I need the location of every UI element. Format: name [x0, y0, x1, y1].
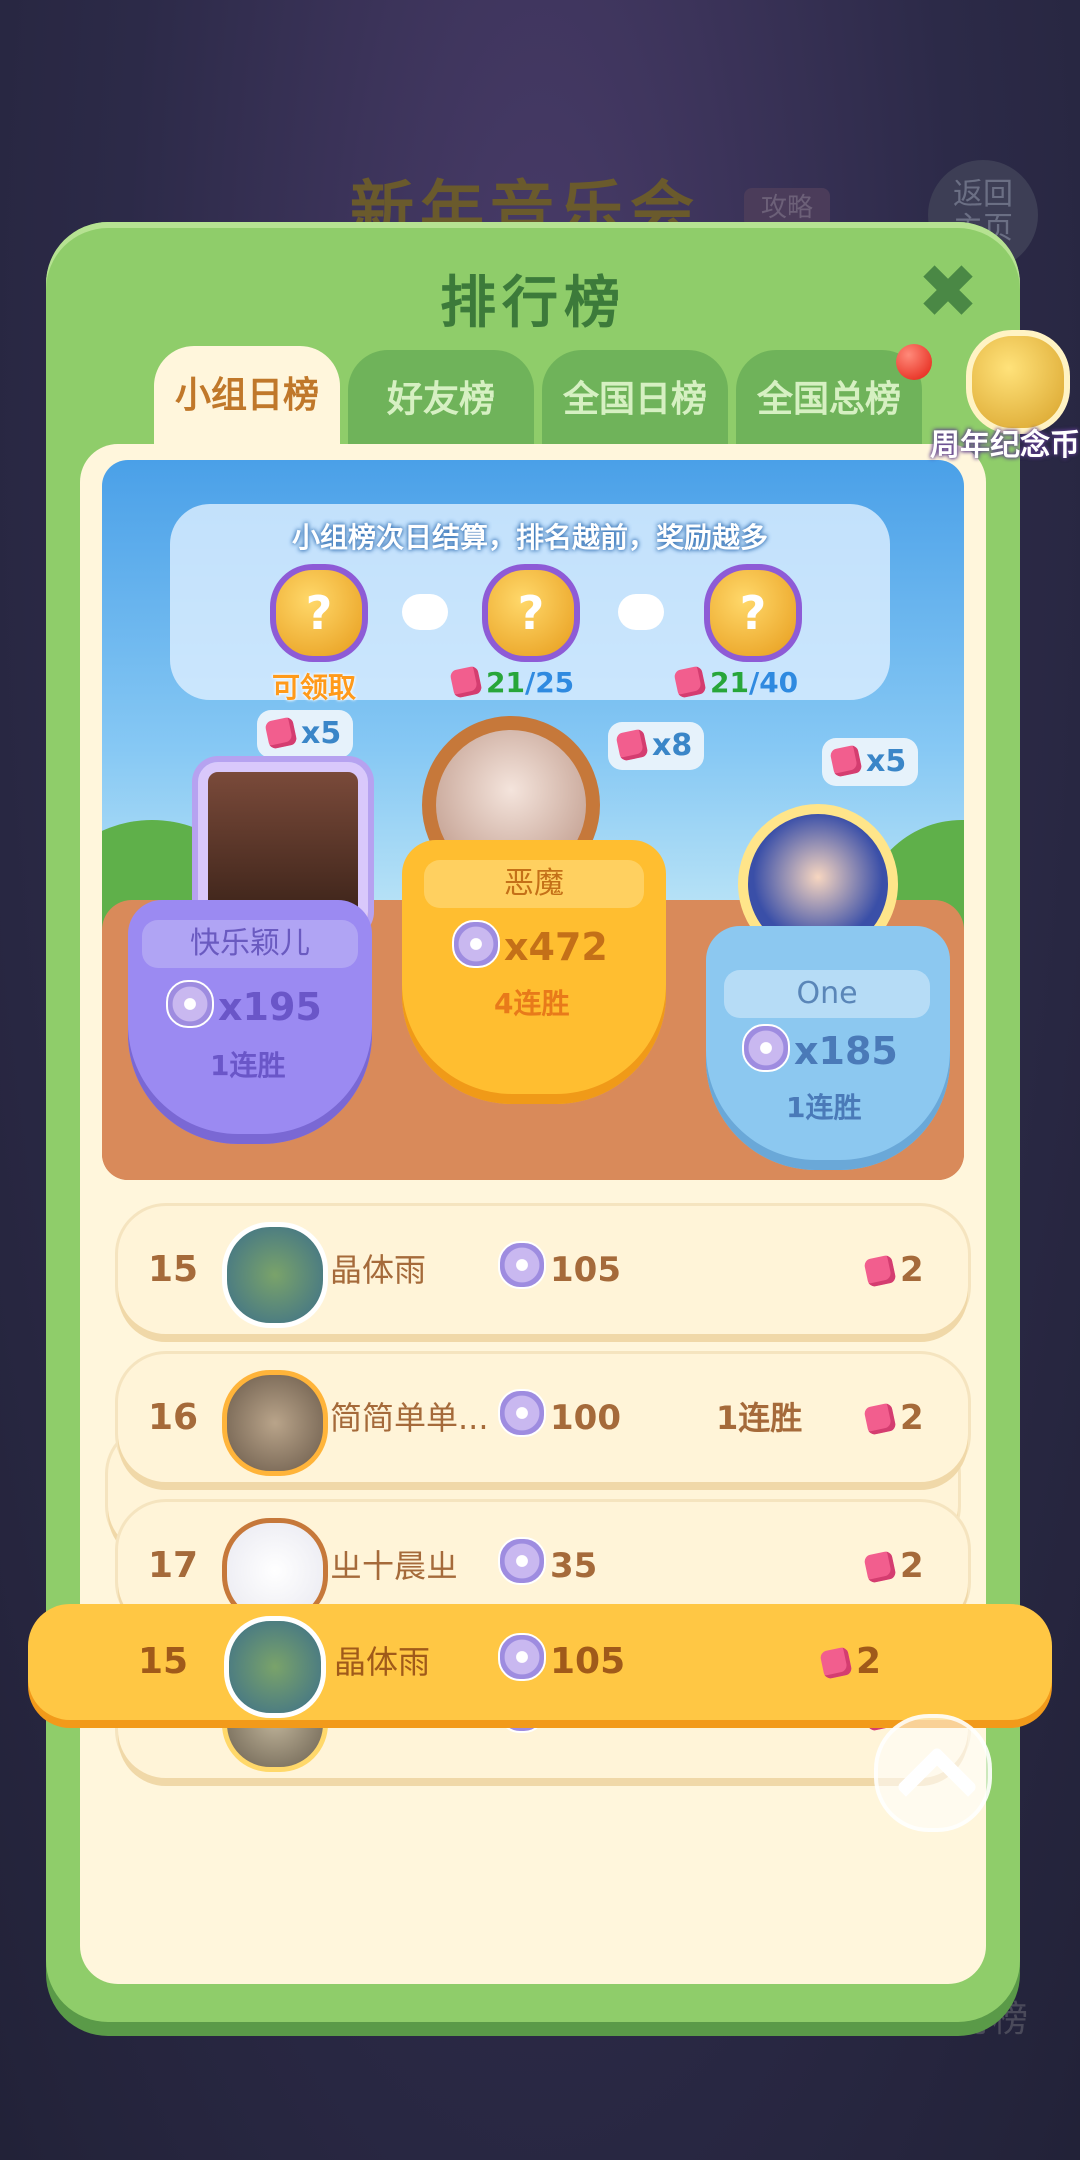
row-pieces: 2 — [863, 1206, 924, 1334]
reward-info-card: 小组榜次日结算，排名越前，奖励越多 ? ? ? 可领取 21/25 21/40 — [170, 504, 890, 704]
row-rank: 15 — [148, 1249, 199, 1290]
podium-1-score: x472 — [452, 920, 608, 969]
tab-national-daily[interactable]: 全国日榜 — [542, 350, 728, 454]
disc-icon — [452, 920, 500, 968]
puzzle-piece-icon — [449, 665, 483, 699]
tab-friends[interactable]: 好友榜 — [348, 350, 534, 454]
puzzle-piece-icon — [673, 665, 707, 699]
table-row[interactable]: 15 晶体雨 105 2 — [118, 1206, 968, 1334]
reward-chest-2[interactable]: ? — [482, 564, 580, 662]
reward-progress-3: 21/40 — [673, 665, 798, 699]
reward-info-text: 小组榜次日结算，排名越前，奖励越多 — [291, 521, 768, 554]
leaderboard-panel: 排行榜 ✖ 小组日榜 好友榜 全国日榜 全国总榜 小组榜次日结算，排名越前，奖励… — [46, 222, 1080, 2022]
puzzle-piece-icon — [863, 1402, 897, 1436]
reward-claim-label[interactable]: 可领取 — [272, 666, 356, 706]
reward-chest-1[interactable]: ? — [270, 564, 368, 662]
my-rank-row[interactable]: 15 晶体雨 105 2 — [28, 1604, 1052, 1720]
row-score: 105 — [498, 1206, 621, 1334]
puzzle-piece-icon — [615, 728, 649, 762]
podium-3-pieces: x5 — [822, 738, 919, 786]
chevron-up-icon — [895, 1745, 979, 1829]
notification-dot — [896, 344, 932, 380]
disc-icon — [498, 1241, 546, 1289]
close-icon[interactable]: ✖ — [908, 252, 988, 332]
podium-3-name: One — [724, 970, 930, 1018]
avatar[interactable] — [222, 1370, 328, 1476]
anniversary-coin-label: 周年纪念币 — [930, 428, 1080, 463]
puzzle-piece-icon — [819, 1646, 853, 1680]
my-name: 晶体雨 — [334, 1643, 431, 1681]
disc-icon — [498, 1633, 546, 1681]
anniversary-coin-button[interactable]: 周年纪念币 — [930, 330, 1080, 463]
podium-1-streak: 4连胜 — [494, 987, 570, 1020]
row-score: 100 — [498, 1354, 621, 1482]
panel-title: 排行榜 — [440, 271, 626, 336]
disc-icon — [166, 980, 214, 1028]
row-name: 简简单单... — [330, 1399, 489, 1437]
puzzle-piece-icon — [863, 1550, 897, 1584]
my-pieces: 2 — [819, 1604, 881, 1720]
disc-icon — [498, 1537, 546, 1585]
podium-3-streak: 1连胜 — [786, 1091, 862, 1124]
podium-1-pieces: x8 — [608, 722, 705, 770]
podium-2-score: x195 — [166, 980, 322, 1029]
coin-icon — [966, 330, 1070, 434]
row-name: 晶体雨 — [330, 1251, 427, 1289]
disc-icon — [742, 1024, 790, 1072]
arrow-right-icon — [402, 594, 448, 630]
podium-3-score: x185 — [742, 1024, 898, 1073]
puzzle-piece-icon — [829, 744, 863, 778]
podium-2-streak: 1连胜 — [210, 1049, 286, 1082]
podium-2-pieces: x5 — [257, 710, 354, 758]
podium-stage: 小组榜次日结算，排名越前，奖励越多 ? ? ? 可领取 21/25 21/40 … — [102, 460, 964, 1180]
podium-1-name: 恶魔 — [424, 860, 644, 908]
disc-icon — [498, 1389, 546, 1437]
row-rank: 16 — [148, 1397, 199, 1438]
reward-chest-3[interactable]: ? — [704, 564, 802, 662]
my-score: 105 — [498, 1604, 625, 1720]
puzzle-piece-icon — [863, 1254, 897, 1288]
my-rank: 15 — [138, 1641, 189, 1682]
table-row[interactable]: 16 简简单单... 100 1连胜 2 — [118, 1354, 968, 1482]
podium-2-name: 快乐颖儿 — [142, 920, 358, 968]
reward-progress-2: 21/25 — [449, 665, 574, 699]
arrow-right-icon — [618, 594, 664, 630]
scroll-to-top-button[interactable] — [874, 1714, 992, 1832]
tab-group-daily[interactable]: 小组日榜 — [154, 346, 340, 458]
my-avatar[interactable] — [224, 1616, 326, 1718]
row-pieces: 2 — [863, 1354, 924, 1482]
row-streak: 1连胜 — [716, 1399, 803, 1437]
avatar[interactable] — [222, 1222, 328, 1328]
puzzle-piece-icon — [264, 716, 298, 750]
tab-national-total[interactable]: 全国总榜 — [736, 350, 922, 454]
